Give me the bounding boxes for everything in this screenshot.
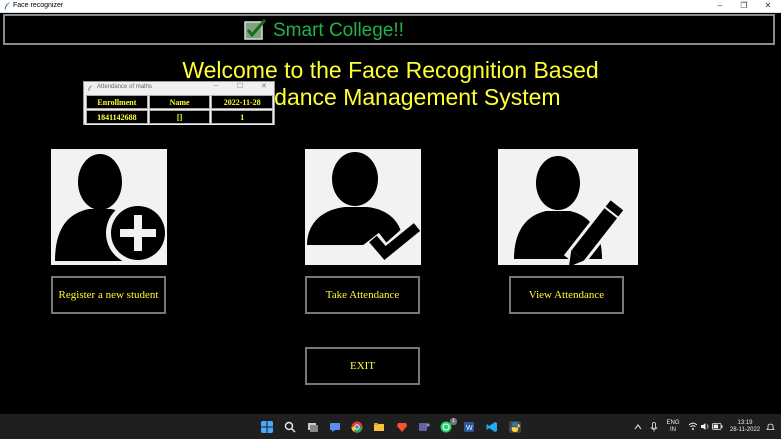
teams-icon[interactable] — [418, 421, 430, 433]
table-cell: 1841142688 — [86, 110, 148, 124]
user-edit-icon — [514, 156, 627, 269]
notification-bell-icon[interactable] — [766, 422, 775, 431]
popup-title: Attendance of maths — [97, 84, 153, 90]
table-header-row: Enrollment Name 2022-11-28 — [86, 95, 273, 109]
window-title: Face recognizer — [13, 2, 64, 9]
window-titlebar: Face recognizer – ❐ ✕ — [0, 0, 781, 13]
popup-maximize-button[interactable]: ☐ — [237, 82, 243, 90]
vscode-icon[interactable] — [486, 421, 498, 433]
minimize-button[interactable]: – — [708, 0, 732, 12]
task-view-icon[interactable] — [307, 421, 319, 433]
chrome-icon[interactable] — [351, 421, 363, 433]
popup-minimize-button[interactable]: – — [214, 82, 218, 89]
wifi-icon[interactable] — [688, 422, 698, 431]
language-indicator[interactable]: ENG IN — [664, 420, 682, 434]
close-button[interactable]: ✕ — [756, 0, 780, 12]
column-header: 2022-11-28 — [211, 95, 273, 109]
attendance-popup[interactable]: Attendance of maths – ☐ ✕ Enrollment Nam… — [83, 81, 275, 125]
file-explorer-icon[interactable] — [373, 421, 385, 433]
brave-icon[interactable] — [396, 421, 408, 433]
register-button[interactable]: Register a new student — [51, 276, 166, 314]
windows-start-icon[interactable] — [261, 421, 273, 433]
python-icon[interactable] — [509, 421, 521, 433]
chat-icon[interactable] — [329, 421, 341, 433]
user-check-icon — [307, 152, 426, 272]
brand-title: Smart College!! — [273, 20, 404, 41]
checkbox-check-icon — [244, 19, 267, 40]
welcome-line-1: Welcome to the Face Recognition Based — [182, 57, 599, 83]
feather-icon — [88, 85, 93, 91]
svg-text:W: W — [466, 425, 473, 432]
popup-close-button[interactable]: ✕ — [261, 82, 267, 90]
clock[interactable]: 13:19 28-11-2022 — [727, 420, 763, 434]
word-icon[interactable]: W — [463, 421, 475, 433]
battery-icon[interactable] — [712, 422, 723, 431]
take-attendance-button[interactable]: Take Attendance — [305, 276, 420, 314]
user-add-icon — [55, 154, 170, 265]
volume-icon[interactable] — [700, 422, 710, 431]
taskbar: 1 W ENG IN 13:19 28-11-2022 — [0, 414, 781, 439]
table-cell: 1 — [211, 110, 273, 124]
column-header: Enrollment — [86, 95, 148, 109]
microphone-icon[interactable] — [650, 422, 658, 432]
region-label: IN — [670, 427, 676, 433]
notification-badge: 1 — [450, 418, 457, 425]
search-icon[interactable] — [284, 421, 296, 433]
register-tile[interactable] — [51, 149, 170, 265]
maximize-button[interactable]: ❐ — [732, 0, 756, 12]
language-label: ENG — [666, 420, 680, 426]
table-cell: [] — [148, 110, 211, 124]
clock-time: 13:19 — [737, 420, 753, 426]
table-row: 1841142688 [] 1 — [86, 110, 273, 124]
header-bar: Smart College!! — [3, 14, 775, 45]
view-attendance-tile[interactable] — [498, 149, 638, 269]
attendance-table: Enrollment Name 2022-11-28 1841142688 []… — [85, 94, 274, 125]
view-attendance-button[interactable]: View Attendance — [509, 276, 624, 314]
column-header: Name — [148, 95, 211, 109]
exit-button[interactable]: EXIT — [305, 347, 420, 385]
clock-date: 28-11-2022 — [729, 427, 761, 433]
feather-icon — [4, 2, 11, 10]
take-attendance-tile[interactable] — [305, 149, 426, 272]
chevron-up-icon[interactable] — [634, 423, 642, 431]
